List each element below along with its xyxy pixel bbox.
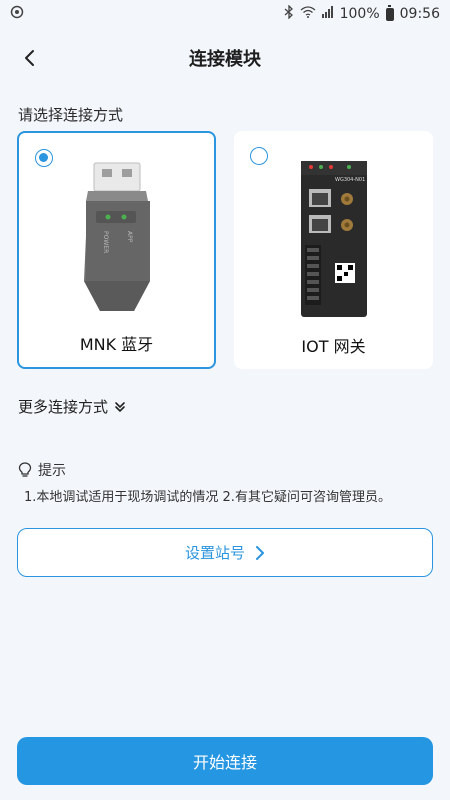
start-connect-label: 开始连接: [192, 753, 257, 772]
start-connect-button[interactable]: 开始连接: [17, 737, 433, 785]
hint-title-text: 提示: [38, 463, 66, 479]
signal-icon: [321, 6, 334, 22]
option-label-iot: IOT 网关: [301, 337, 366, 356]
option-label-mnk: MNK 蓝牙: [79, 335, 154, 354]
chevron-right-icon: [256, 545, 264, 560]
radio-button-mnk[interactable]: [35, 149, 53, 167]
iot-gateway-image: WG304-N01: [300, 161, 367, 317]
double-chevron-down-icon: [115, 401, 125, 412]
bluetooth-dongle-image: POWER APP: [83, 162, 150, 311]
more-methods-label: 更多连接方式: [18, 398, 109, 416]
chevron-left-icon: [25, 50, 34, 66]
hint-text: 1.本地调试适用于现场调试的情况 2.有其它疑问可咨询管理员。: [24, 490, 391, 505]
status-time: 09:56: [399, 6, 440, 22]
section-label: 请选择连接方式: [18, 106, 124, 124]
device-app-label: APP: [126, 231, 133, 243]
bluetooth-icon: [284, 4, 294, 23]
status-right: 100% 09:56: [284, 4, 440, 23]
page-title: 连接模块: [189, 49, 261, 70]
option-card-iot-gateway[interactable]: WG304-N01 IOT 网关: [234, 131, 433, 369]
wifi-icon: [300, 6, 316, 22]
option-card-mnk-bluetooth[interactable]: POWER APP MNK 蓝牙: [17, 131, 216, 369]
radio-button-iot[interactable]: [250, 147, 268, 165]
app-status-icon: [10, 5, 24, 23]
battery-percent: 100%: [339, 6, 380, 22]
set-station-button[interactable]: 设置站号: [17, 528, 433, 577]
back-button[interactable]: [14, 42, 46, 74]
lightbulb-icon: [18, 462, 32, 477]
header: 连接模块: [0, 38, 450, 78]
device-power-label: POWER: [102, 231, 109, 253]
more-methods-toggle[interactable]: 更多连接方式: [18, 396, 126, 417]
device-model-label: WG304-N01: [335, 177, 365, 183]
set-station-label: 设置站号: [184, 544, 245, 562]
hint-title: 提示: [18, 460, 66, 480]
status-bar: 100% 09:56: [0, 0, 450, 28]
battery-icon: [385, 4, 394, 21]
